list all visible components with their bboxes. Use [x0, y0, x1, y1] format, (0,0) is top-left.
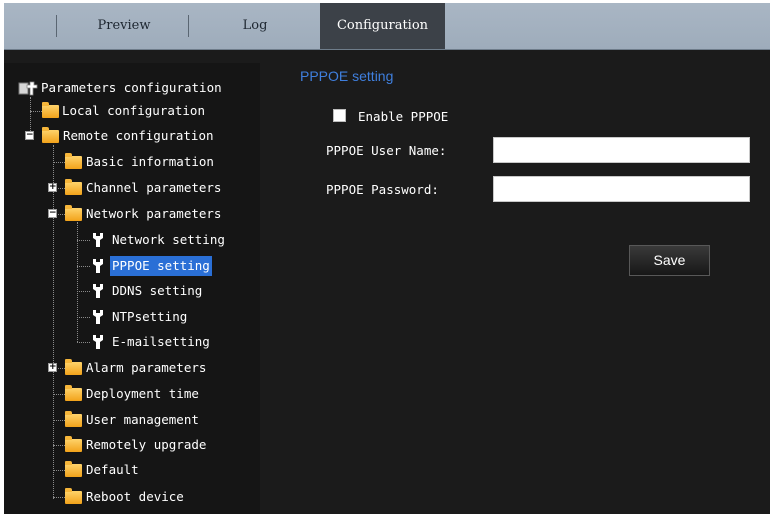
tree-line — [77, 291, 90, 292]
toolbar-gap — [4, 50, 772, 63]
tree-label: Local configuration — [62, 103, 205, 118]
tree-line — [53, 162, 65, 163]
tree-item-reboot-device[interactable]: Reboot device — [65, 487, 245, 507]
wrench-icon — [93, 259, 103, 273]
tree-line — [53, 445, 65, 446]
wrench-icon — [93, 233, 103, 247]
tree-item-remotely-upgrade[interactable]: Remotely upgrade — [65, 435, 245, 455]
tree-item-network-setting[interactable]: Network setting — [92, 230, 242, 250]
username-label: PPPOE User Name: — [326, 143, 447, 158]
tree-item-ntp-setting[interactable]: NTPsetting — [92, 307, 242, 327]
tree-item-local-configuration[interactable]: Local configuration — [42, 101, 242, 121]
wrench-icon — [93, 284, 103, 298]
tree-item-default[interactable]: Default — [65, 460, 245, 480]
pppoe-password-input[interactable] — [493, 176, 750, 202]
minus-box-icon[interactable]: − — [25, 131, 34, 140]
tree-label: DDNS setting — [112, 283, 203, 298]
tree-label: Alarm parameters — [86, 360, 207, 375]
folder-icon — [42, 127, 59, 143]
tree-item-user-management[interactable]: User management — [65, 410, 245, 430]
tree-label: Remote configuration — [63, 128, 214, 143]
folder-icon — [65, 436, 82, 452]
folder-icon — [65, 153, 82, 169]
tree-item-parameters-configuration[interactable]: Parameters configuration — [18, 78, 238, 98]
tree-item-deployment-time[interactable]: Deployment time — [65, 384, 245, 404]
tree-label: E-mailsetting — [112, 334, 210, 349]
tree-label: Parameters configuration — [41, 80, 222, 95]
wrench-icon — [93, 335, 103, 349]
minus-box-icon[interactable]: − — [48, 209, 57, 218]
tab-configuration[interactable]: Configuration — [320, 3, 445, 49]
tab-preview[interactable]: Preview — [59, 3, 189, 49]
wrench-icon — [93, 310, 103, 324]
tab-divider — [188, 15, 189, 37]
folder-icon — [65, 461, 82, 477]
top-tab-bar: Preview Log Configuration — [4, 3, 772, 50]
tree-line — [53, 497, 65, 498]
folder-icon — [65, 411, 82, 427]
tree-line — [77, 317, 90, 318]
tree-line — [53, 394, 65, 395]
folder-icon — [65, 179, 82, 195]
password-label: PPPOE Password: — [326, 182, 439, 197]
folder-icon — [42, 102, 59, 118]
tree-line — [77, 240, 90, 241]
tree-label: Basic information — [86, 154, 214, 169]
folder-icon — [65, 205, 82, 221]
tree-item-ddns-setting[interactable]: DDNS setting — [92, 281, 242, 301]
tree-label: Network setting — [112, 232, 225, 247]
plus-box-icon[interactable]: + — [48, 363, 57, 372]
tree-line — [30, 111, 42, 112]
plus-box-icon[interactable]: + — [48, 183, 57, 192]
tree-label: NTPsetting — [112, 309, 188, 324]
folder-icon — [65, 488, 82, 504]
folder-icon — [65, 359, 82, 375]
tree-label-selected: PPPOE setting — [110, 256, 212, 276]
save-button[interactable]: Save — [629, 245, 710, 276]
tree-label: Deployment time — [86, 386, 199, 401]
tree-label: Reboot device — [86, 489, 184, 504]
tree-label: User management — [86, 412, 199, 427]
enable-pppoe-label: Enable PPPOE — [358, 109, 449, 124]
tools-icon — [18, 81, 38, 96]
tree-line — [53, 420, 65, 421]
tree-item-alarm-parameters[interactable]: + Alarm parameters — [48, 358, 248, 378]
tree-item-pppoe-setting[interactable]: PPPOE setting — [92, 256, 242, 276]
section-title: PPPOE setting — [300, 68, 394, 84]
config-content-panel — [260, 63, 772, 514]
tree-item-remote-configuration[interactable]: − Remote configuration — [25, 126, 245, 146]
tree-label: Remotely upgrade — [86, 437, 207, 452]
tree-item-network-parameters[interactable]: − Network parameters — [48, 204, 248, 224]
pppoe-username-input[interactable] — [493, 137, 750, 163]
enable-pppoe-checkbox[interactable] — [333, 109, 346, 122]
tree-line — [77, 342, 90, 343]
tree-line — [53, 470, 65, 471]
tree-item-channel-parameters[interactable]: + Channel parameters — [48, 178, 248, 198]
tab-divider — [56, 15, 57, 37]
folder-icon — [65, 385, 82, 401]
tree-label: Default — [86, 462, 139, 477]
tree-label: Channel parameters — [86, 180, 222, 195]
tab-log[interactable]: Log — [191, 3, 319, 49]
tree-item-email-setting[interactable]: E-mailsetting — [92, 332, 242, 352]
tree-label: Network parameters — [86, 206, 222, 221]
tree-item-basic-information[interactable]: Basic information — [65, 152, 245, 172]
tree-line — [77, 266, 90, 267]
